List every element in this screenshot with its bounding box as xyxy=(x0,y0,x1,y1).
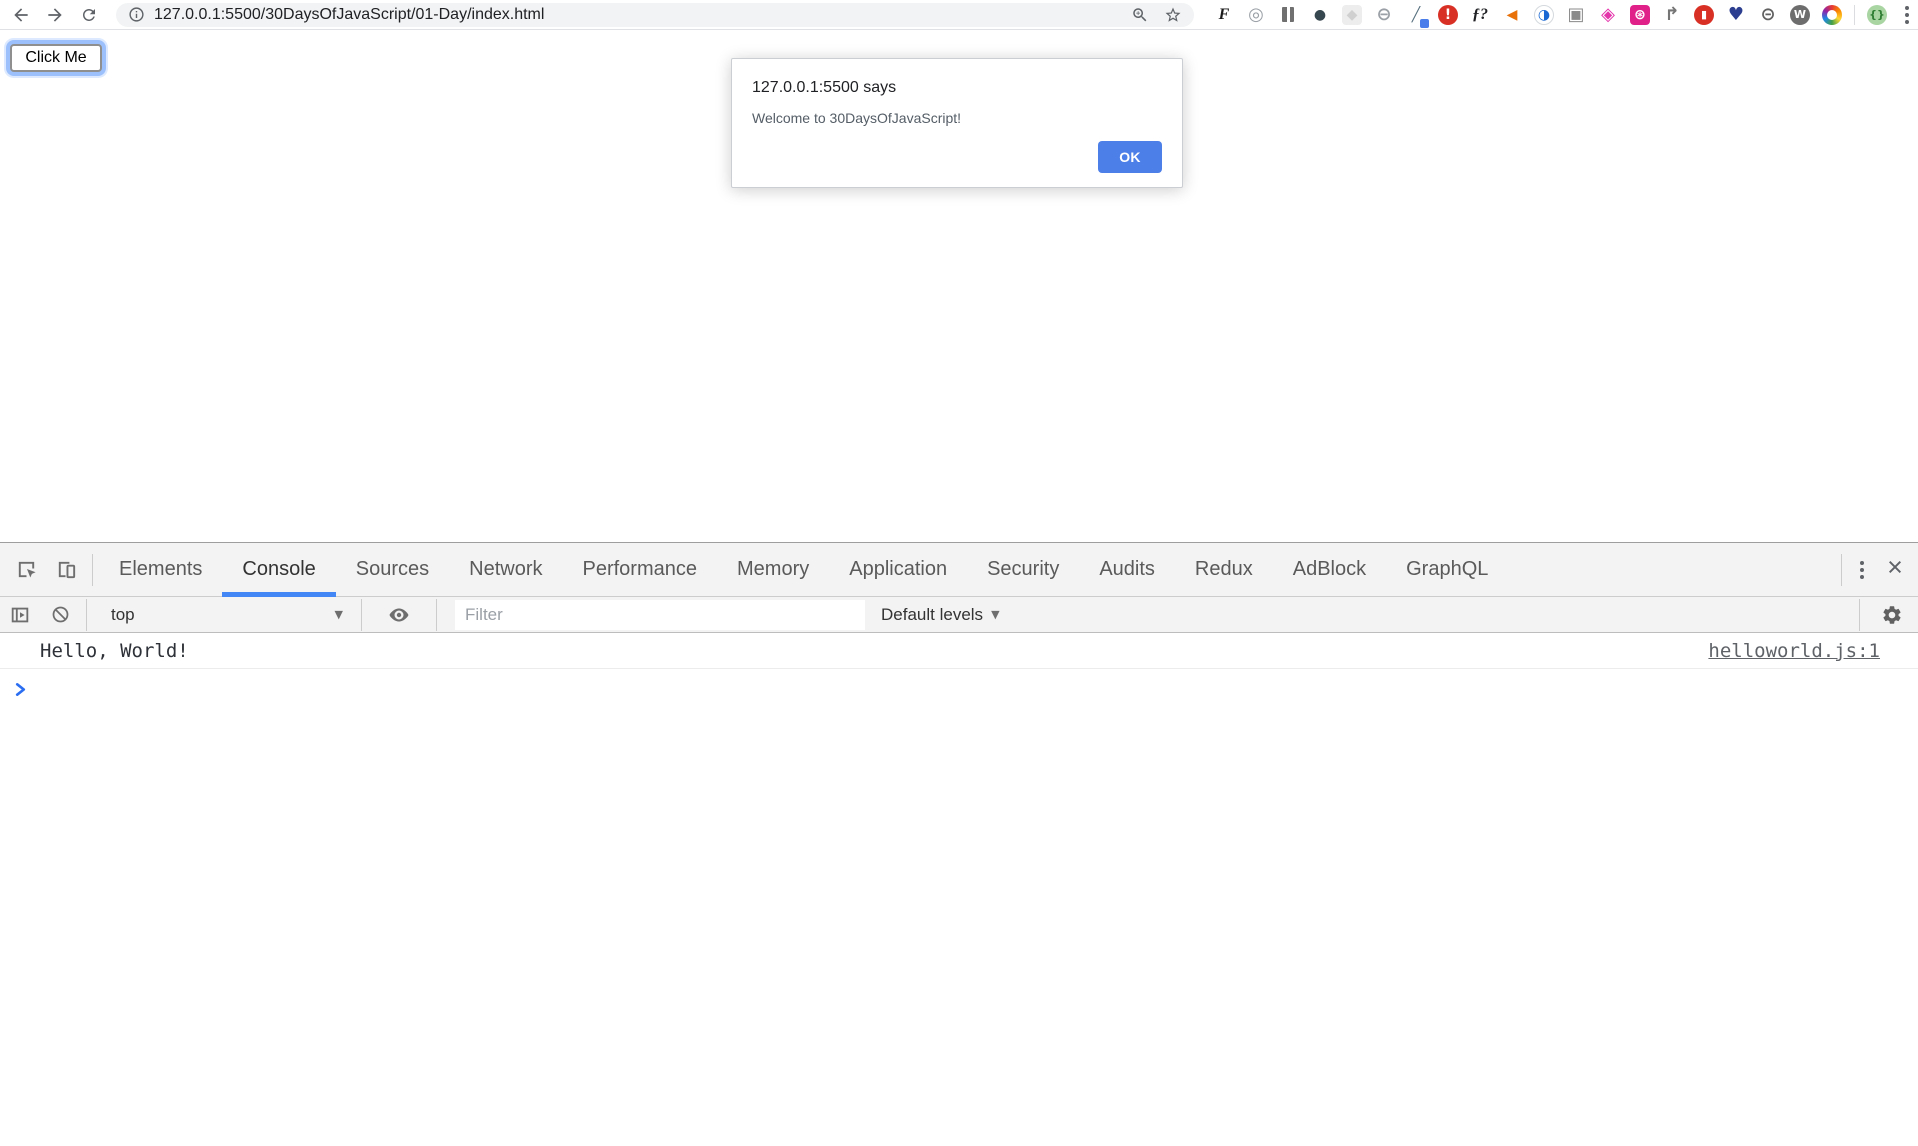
execution-context-selector[interactable]: top ▼ xyxy=(93,597,355,632)
back-button[interactable] xyxy=(8,2,34,28)
click-me-button[interactable]: Click Me xyxy=(10,44,102,72)
browser-menu-button[interactable] xyxy=(1897,2,1917,28)
orbit-extension-icon[interactable]: ◎ xyxy=(1246,5,1266,25)
devtools-panel: ElementsConsoleSourcesNetworkPerformance… xyxy=(0,542,1918,1145)
console-sidebar-button[interactable] xyxy=(0,597,40,632)
theta-circle-extension-icon[interactable]: ⊝ xyxy=(1758,5,1778,25)
json-viewer-extension-icon[interactable]: {} xyxy=(1867,5,1887,25)
tab-graphql[interactable]: GraphQL xyxy=(1386,543,1508,597)
ok-button[interactable]: OK xyxy=(1098,141,1162,173)
blue-swirl-extension-icon[interactable]: ◑ xyxy=(1534,5,1554,25)
log-levels-dropdown[interactable]: Default levels ▼ xyxy=(881,605,1000,625)
devtools-tabbar: ElementsConsoleSourcesNetworkPerformance… xyxy=(0,543,1918,597)
tab-audits[interactable]: Audits xyxy=(1079,543,1175,597)
reload-icon xyxy=(80,6,98,24)
tab-network[interactable]: Network xyxy=(449,543,562,597)
tab-memory[interactable]: Memory xyxy=(717,543,829,597)
toolbar-divider-3 xyxy=(436,599,437,631)
extensions-divider xyxy=(1854,5,1855,25)
eyedropper-extension-icon-badge xyxy=(1420,19,1429,28)
w-circle-extension-icon[interactable]: W xyxy=(1790,5,1810,25)
toolbar-divider-4 xyxy=(1859,599,1860,631)
device-toolbar-icon xyxy=(55,558,78,581)
alert-actions: OK xyxy=(752,141,1162,173)
color-ring-extension-icon[interactable] xyxy=(1822,5,1842,25)
bookmark-star-icon[interactable] xyxy=(1164,6,1182,24)
console-prompt[interactable] xyxy=(0,669,1918,709)
console-sidebar-icon xyxy=(9,604,31,626)
devtools-close-button[interactable]: × xyxy=(1872,554,1918,585)
clear-console-button[interactable] xyxy=(40,597,80,632)
live-expression-button[interactable] xyxy=(368,597,430,632)
function-help-extension-icon[interactable]: ƒ? xyxy=(1470,5,1490,25)
console-filter-input[interactable] xyxy=(455,600,865,630)
corner-arrows-extension-icon[interactable]: ↱ xyxy=(1662,5,1682,25)
device-toolbar-button[interactable] xyxy=(46,543,86,596)
tabbar-right-controls: × xyxy=(1835,554,1918,586)
javascript-alert-dialog: 127.0.0.1:5500 says Welcome to 30DaysOfJ… xyxy=(731,58,1183,188)
devtools-tab-strip: ElementsConsoleSourcesNetworkPerformance… xyxy=(99,543,1508,597)
chevron-down-icon: ▼ xyxy=(335,608,343,621)
heart-search-extension-icon[interactable]: ♥ xyxy=(1726,5,1746,25)
inspect-element-button[interactable] xyxy=(6,543,46,596)
columns-extension-icon[interactable] xyxy=(1278,5,1298,25)
reload-button[interactable] xyxy=(76,2,102,28)
toolbar-divider-1 xyxy=(86,599,87,631)
log-levels-label: Default levels xyxy=(881,605,983,625)
console-prompt-chevron-icon xyxy=(13,682,28,697)
extensions-strip: F ◎ ● ◆ ⊖ ╱! ƒ? ◀ ◑ ▣ ◈ ⊛ ↱ ▮ ♥ ⊝ W {} xyxy=(1214,5,1887,25)
zoom-icon[interactable] xyxy=(1131,6,1149,24)
console-message-text: Hello, World! xyxy=(40,640,1708,662)
console-message-row: Hello, World! helloworld.js:1 xyxy=(0,633,1918,669)
page-info-icon[interactable] xyxy=(128,6,145,23)
tab-application[interactable]: Application xyxy=(829,543,967,597)
graphql-atom-extension-icon[interactable]: ◈ xyxy=(1598,5,1618,25)
eye-icon xyxy=(387,603,411,627)
context-selected-value: top xyxy=(111,605,135,625)
font-swap-extension-icon[interactable]: F xyxy=(1214,5,1234,25)
alert-title: 127.0.0.1:5500 says xyxy=(752,79,1162,97)
camera-extension-icon[interactable]: ▣ xyxy=(1566,5,1586,25)
tabbar-divider xyxy=(92,554,93,586)
stop-hand-extension-icon[interactable]: ! xyxy=(1438,5,1458,25)
tabbar-divider-right xyxy=(1841,554,1842,586)
tab-performance[interactable]: Performance xyxy=(563,543,718,597)
megaphone-extension-icon[interactable]: ◀ xyxy=(1502,5,1522,25)
gear-icon xyxy=(1881,604,1903,626)
forward-icon xyxy=(45,5,65,25)
console-source-link[interactable]: helloworld.js:1 xyxy=(1708,640,1880,662)
toolbar-divider-2 xyxy=(361,599,362,631)
tab-redux[interactable]: Redux xyxy=(1175,543,1273,597)
address-bar[interactable]: 127.0.0.1:5500/30DaysOfJavaScript/01-Day… xyxy=(116,3,1194,27)
url-text[interactable]: 127.0.0.1:5500/30DaysOfJavaScript/01-Day… xyxy=(154,6,1131,24)
pink-gear-extension-icon[interactable]: ⊛ xyxy=(1630,5,1650,25)
eyedropper-extension-icon[interactable]: ╱ xyxy=(1406,5,1426,25)
bookmark-extension-icon[interactable]: ▮ xyxy=(1694,5,1714,25)
bug-extension-icon[interactable]: ● xyxy=(1310,5,1330,25)
disabled-extension-icon[interactable]: ◆ xyxy=(1342,5,1362,25)
devtools-menu-button[interactable] xyxy=(1852,557,1872,583)
tab-elements[interactable]: Elements xyxy=(99,543,222,597)
tab-adblock[interactable]: AdBlock xyxy=(1273,543,1386,597)
console-output: Hello, World! helloworld.js:1 xyxy=(0,633,1918,709)
console-toolbar: top ▼ Default levels ▼ xyxy=(0,597,1918,633)
chevron-down-icon: ▼ xyxy=(991,608,999,621)
page-viewport: Click Me 127.0.0.1:5500 says Welcome to … xyxy=(0,30,1918,542)
tab-security[interactable]: Security xyxy=(967,543,1079,597)
forward-button[interactable] xyxy=(42,2,68,28)
inspect-icon xyxy=(15,558,38,581)
tab-sources[interactable]: Sources xyxy=(336,543,449,597)
browser-toolbar: 127.0.0.1:5500/30DaysOfJavaScript/01-Day… xyxy=(0,0,1918,30)
back-icon xyxy=(11,5,31,25)
alert-message: Welcome to 30DaysOfJavaScript! xyxy=(752,110,1162,126)
dash-circle-extension-icon[interactable]: ⊖ xyxy=(1374,5,1394,25)
settings-button[interactable] xyxy=(1866,597,1918,632)
tab-console[interactable]: Console xyxy=(222,543,335,597)
clear-console-icon xyxy=(50,604,71,625)
